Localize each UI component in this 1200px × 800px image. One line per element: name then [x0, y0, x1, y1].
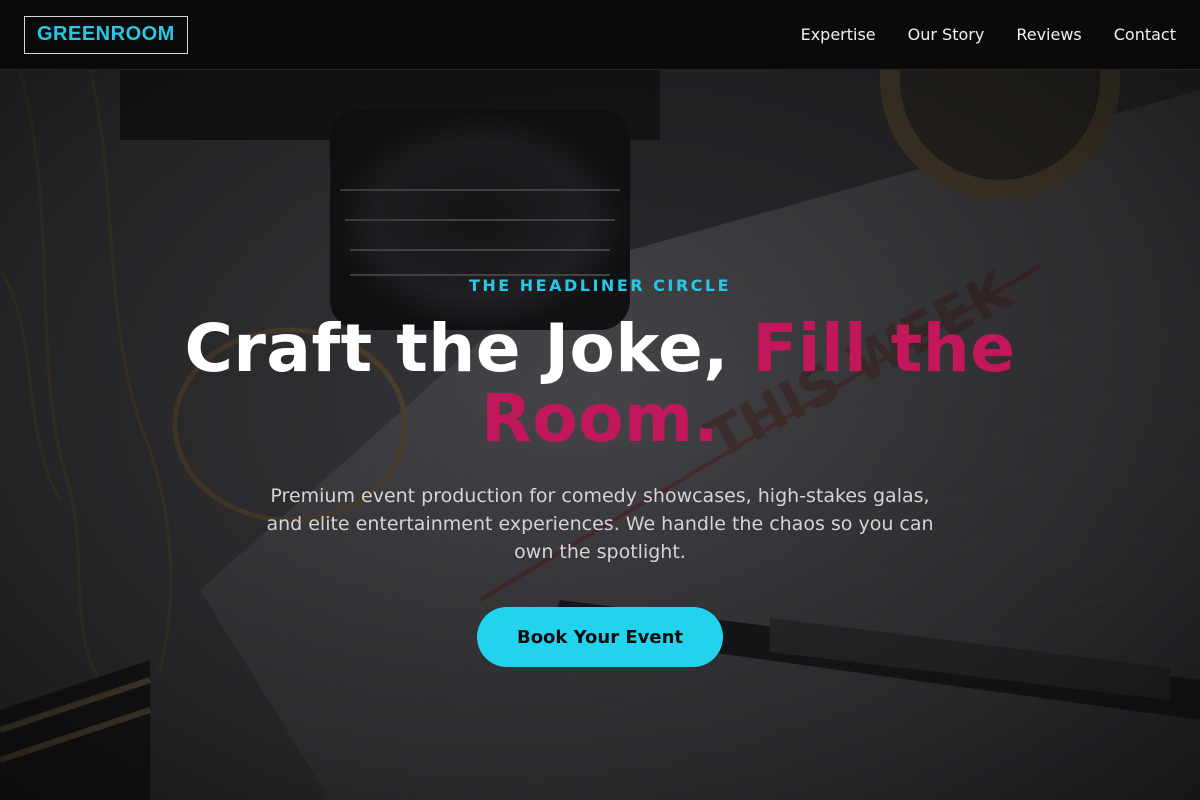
hero-section: THIS WEEK THE HEADLINER CIRCLE Craft the…: [0, 70, 1200, 800]
hero-eyebrow: THE HEADLINER CIRCLE: [468, 276, 732, 295]
headline-main-text: Craft the Joke,: [184, 310, 753, 387]
nav-link-expertise[interactable]: Expertise: [801, 25, 876, 44]
nav-link-our-story[interactable]: Our Story: [908, 25, 985, 44]
nav-links: Expertise Our Story Reviews Contact: [801, 25, 1176, 44]
book-event-button[interactable]: Book Your Event: [477, 607, 723, 667]
nav-link-contact[interactable]: Contact: [1114, 25, 1176, 44]
navbar: GREENROOM Expertise Our Story Reviews Co…: [0, 0, 1200, 70]
hero-subtext: Premium event production for comedy show…: [266, 485, 934, 563]
hero-headline: Craft the Joke, Fill the Room.: [180, 314, 1020, 454]
nav-link-reviews[interactable]: Reviews: [1016, 25, 1081, 44]
hero-content: THE HEADLINER CIRCLE Craft the Joke, Fil…: [0, 70, 1200, 800]
logo[interactable]: GREENROOM: [24, 15, 188, 54]
